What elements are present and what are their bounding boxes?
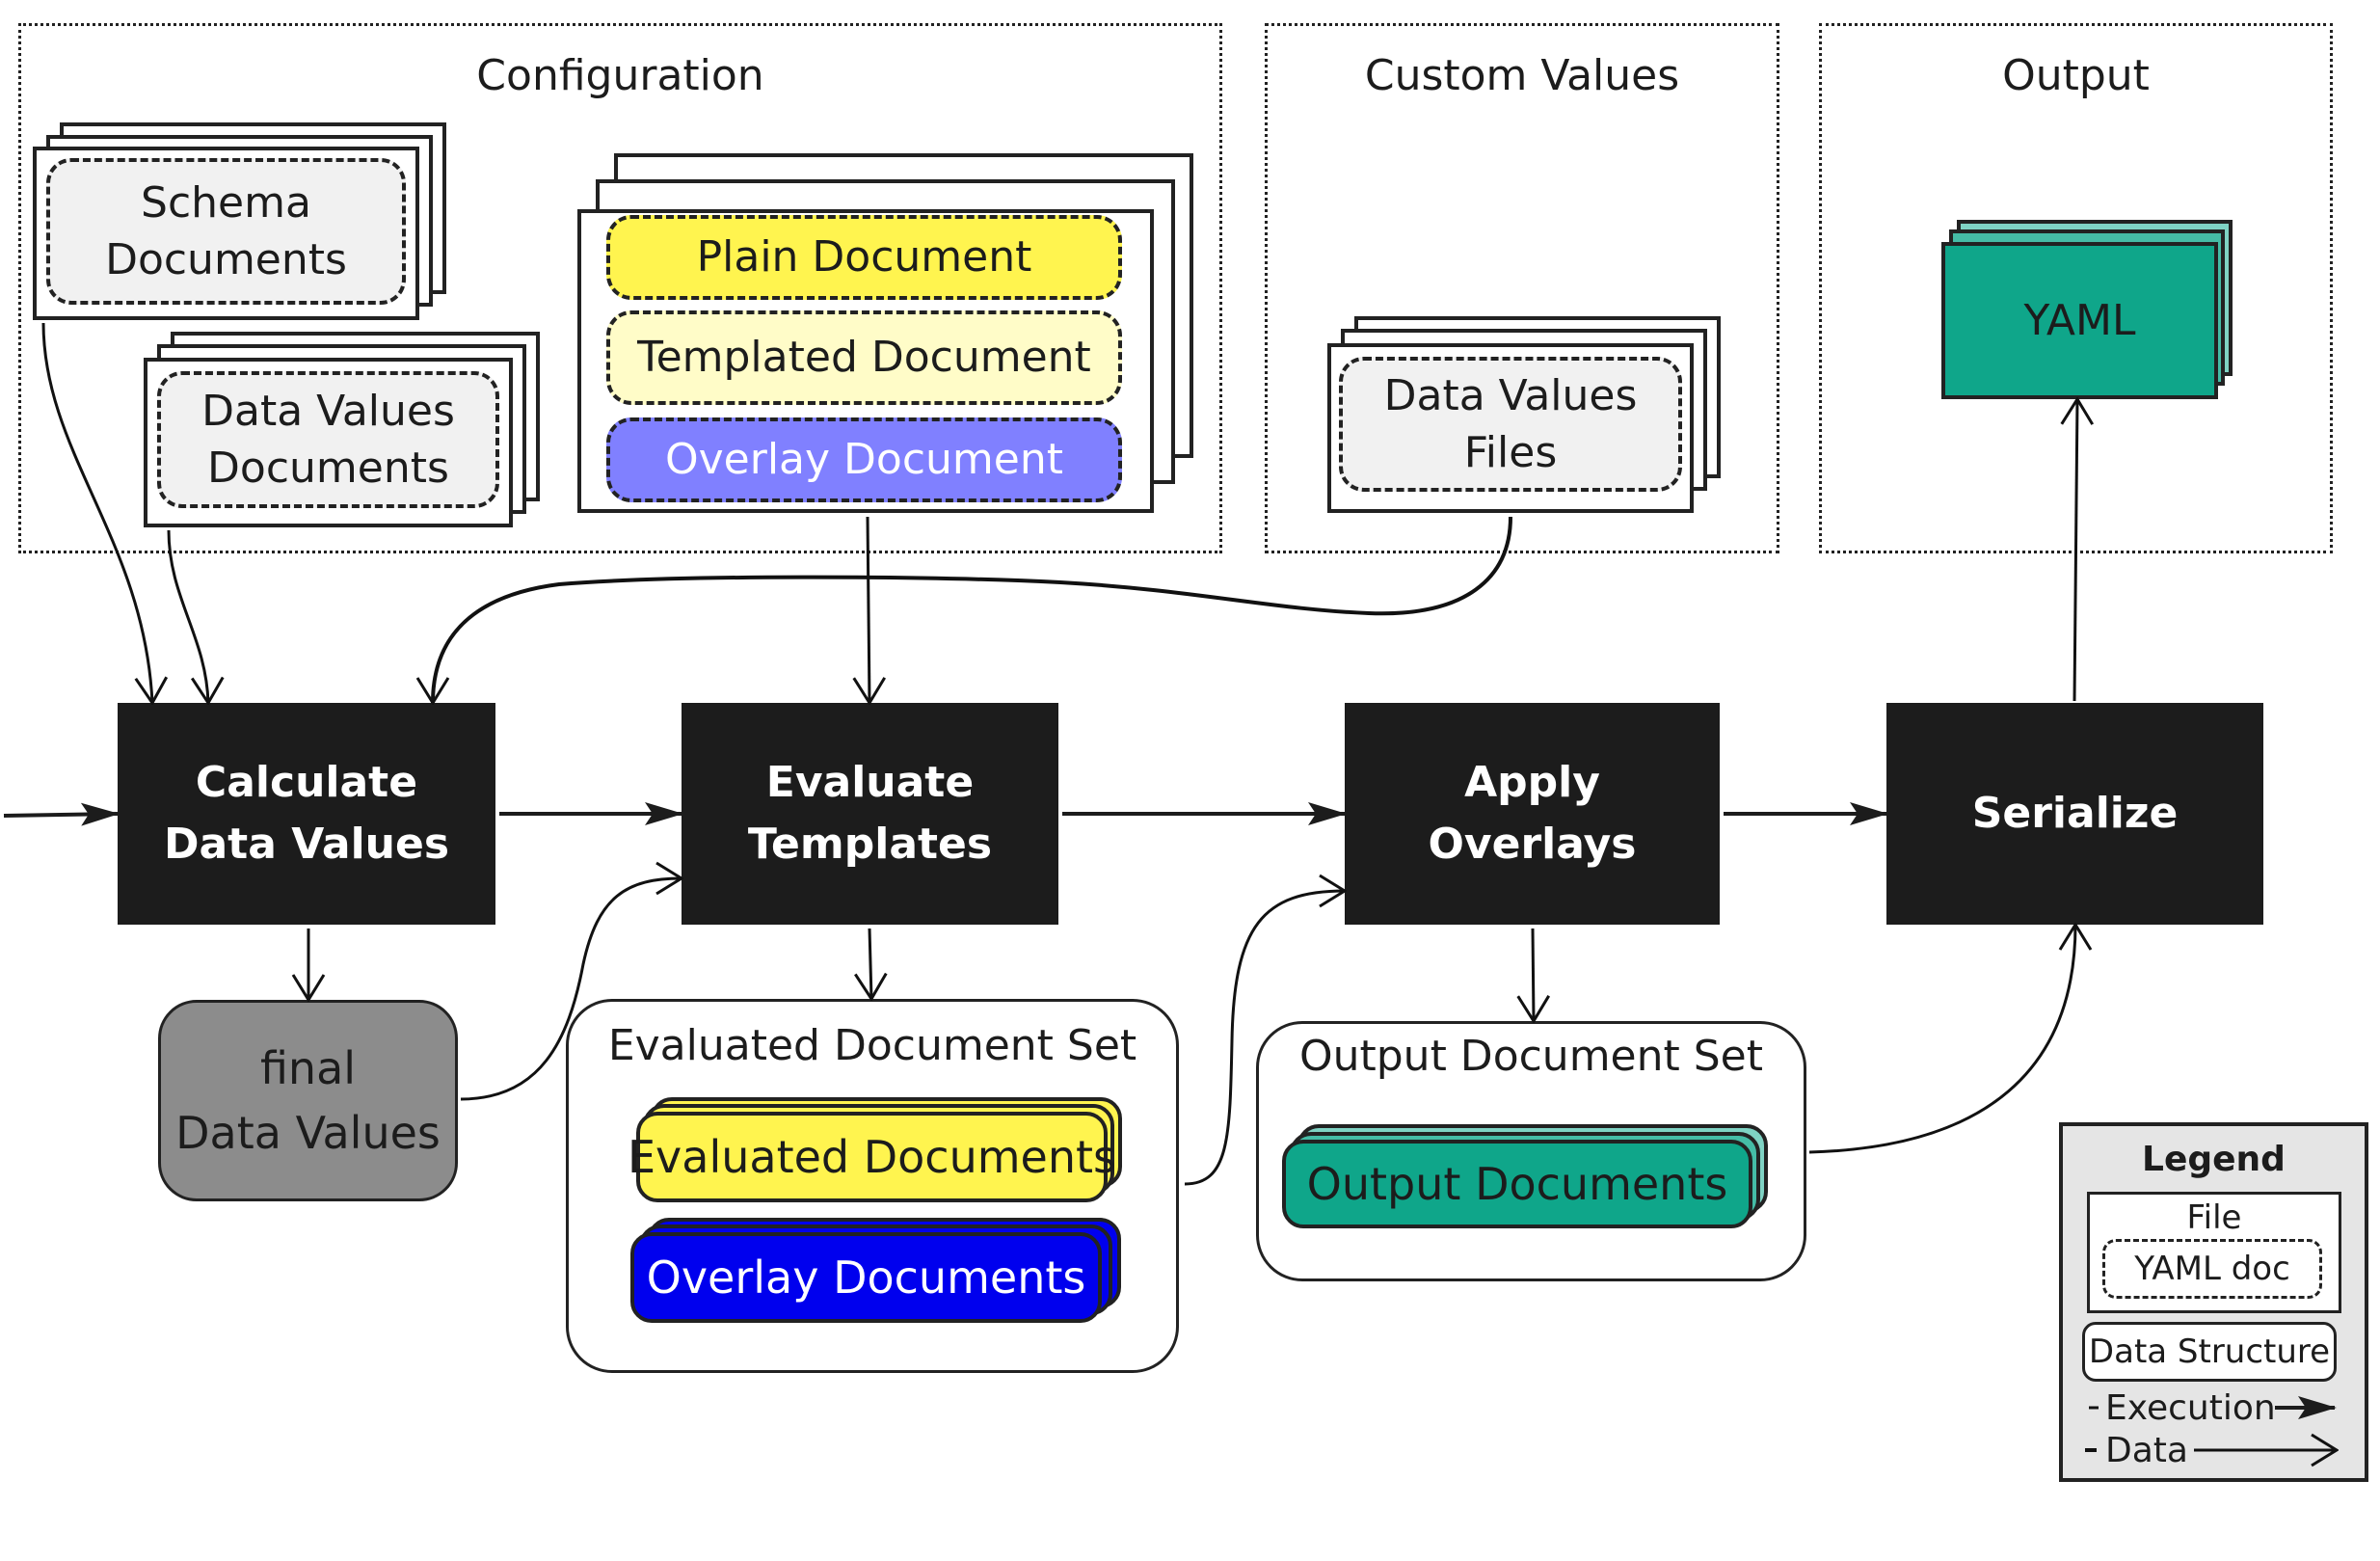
legend-yaml-doc-label: YAML doc: [2134, 1250, 2290, 1288]
legend-file-box: File YAML doc: [2087, 1192, 2341, 1313]
data-arrow-apply-to-output-set: [1533, 928, 1534, 1021]
data-arrow-output-set-to-serialize: [1808, 925, 2075, 1154]
yaml-output-label: YAML: [2023, 296, 2136, 345]
exec-arrow-start: [3, 802, 120, 826]
process-calculate-line1: Calculate: [195, 758, 418, 808]
data-values-documents-line2: Documents: [207, 444, 449, 493]
legend-data-structure-label: Data Structure: [2088, 1332, 2331, 1371]
evaluated-documents[interactable]: Evaluated Documents: [628, 1112, 1116, 1202]
data-values-documents-yaml-doc[interactable]: Data Values Documents: [157, 371, 499, 508]
data-values-files-yaml-doc[interactable]: Data Values Files: [1339, 357, 1682, 492]
diagram-canvas: Configuration Schema Documents Data Valu…: [0, 0, 2380, 1561]
templated-document[interactable]: Templated Document: [606, 310, 1122, 405]
yaml-output-file[interactable]: YAML: [1941, 242, 2218, 399]
process-calculate-line2: Data Values: [163, 820, 450, 869]
process-serialize[interactable]: Serialize: [1886, 703, 2263, 925]
process-calculate-data-values[interactable]: Calculate Data Values: [118, 703, 495, 925]
custom-values-title: Custom Values: [1364, 51, 1680, 100]
plain-document[interactable]: Plain Document: [606, 215, 1122, 300]
schema-documents-label-line2: Documents: [105, 235, 347, 284]
output-document-set-title: Output Document Set: [1298, 1032, 1763, 1081]
data-values-documents-line1: Data Values: [201, 386, 455, 436]
legend-yaml-doc: YAML doc: [2102, 1239, 2322, 1299]
output-title: Output: [2002, 51, 2150, 100]
final-data-values[interactable]: final Data Values: [158, 1000, 458, 1201]
legend-title: Legend: [2142, 1140, 2286, 1179]
process-apply-line2: Overlays: [1428, 820, 1637, 869]
process-evaluate-templates[interactable]: Evaluate Templates: [682, 703, 1058, 925]
output-documents-label: Output Documents: [1306, 1158, 1728, 1210]
process-evaluate-line1: Evaluate: [765, 758, 975, 808]
legend-data-label: Data: [2105, 1431, 2188, 1470]
process-apply-line1: Apply: [1464, 758, 1600, 808]
overlay-documents-label: Overlay Documents: [646, 1251, 1086, 1304]
output-documents[interactable]: Output Documents: [1282, 1140, 1752, 1228]
legend: Legend File YAML doc Data Structure Exec…: [2059, 1122, 2368, 1482]
data-values-files-line2: Files: [1463, 428, 1558, 477]
data-values-files-line1: Data Values: [1383, 370, 1638, 420]
evaluated-documents-label: Evaluated Documents: [627, 1131, 1117, 1183]
process-evaluate-line2: Templates: [747, 820, 993, 869]
data-arrow-evaluate-to-evaluated-set: [869, 928, 871, 999]
overlay-documents[interactable]: Overlay Documents: [630, 1232, 1102, 1323]
templated-document-label: Templated Document: [637, 333, 1091, 383]
process-apply-overlays[interactable]: Apply Overlays: [1345, 703, 1720, 925]
schema-documents-label-line1: Schema: [141, 177, 311, 228]
overlay-document[interactable]: Overlay Document: [606, 417, 1122, 502]
final-data-values-line1: final: [259, 1041, 357, 1094]
evaluated-document-set-title: Evaluated Document Set: [607, 1021, 1137, 1070]
data-values-files-file[interactable]: Data Values Files: [1327, 343, 1694, 513]
legend-data-structure: Data Structure: [2082, 1322, 2337, 1382]
legend-execution-label: Execution: [2105, 1388, 2276, 1428]
template-file[interactable]: Plain Document Templated Document Overla…: [577, 209, 1154, 513]
plain-document-label: Plain Document: [696, 232, 1032, 283]
legend-file-label: File: [2186, 1198, 2242, 1237]
schema-documents-yaml-doc[interactable]: Schema Documents: [46, 158, 406, 305]
final-data-values-line2: Data Values: [175, 1106, 441, 1159]
overlay-document-label: Overlay Document: [665, 435, 1063, 485]
process-serialize-line1: Serialize: [1971, 789, 2179, 839]
schema-file[interactable]: Schema Documents: [33, 147, 419, 320]
data-values-documents-file[interactable]: Data Values Documents: [144, 358, 513, 527]
configuration-title: Configuration: [476, 51, 764, 100]
data-arrow-datavalues-to-calculate: [167, 529, 208, 703]
